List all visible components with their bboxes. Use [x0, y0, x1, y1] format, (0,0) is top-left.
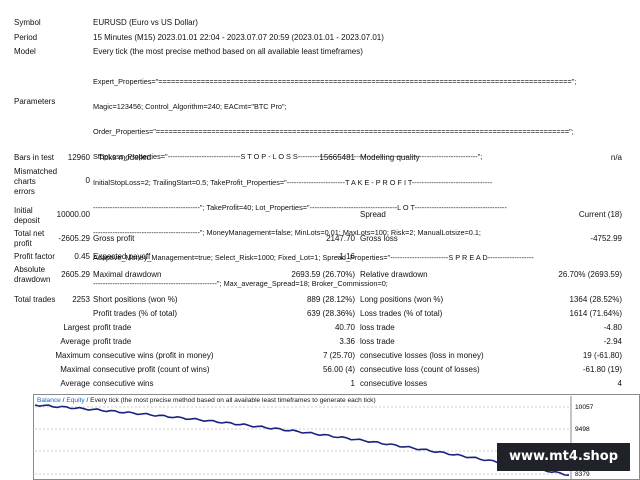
parameters-line: InitialStopLoss=2; TrailingStart=0.5; Ta… — [93, 177, 493, 187]
gross-loss-label: Gross loss — [360, 234, 398, 243]
maximal-cp-label: consecutive profit (count of wins) — [93, 365, 210, 374]
largest-lt-label: loss trade — [360, 323, 395, 332]
quality-label: Modelling quality — [360, 153, 420, 162]
trades-label: Total trades — [14, 295, 56, 304]
watermark-logo: www.mt4.shop — [497, 443, 630, 471]
maxdd-value: 2693.59 (26.70%) — [291, 270, 355, 279]
reldd-label: Relative drawdown — [360, 270, 428, 279]
spread-label: Spread — [360, 210, 386, 219]
maximal-cl-label: consecutive loss (count of losses) — [360, 365, 480, 374]
legend-description: Every tick (the most precise method base… — [90, 397, 376, 404]
legend-equity: Equity — [66, 397, 85, 404]
average-lt-label: loss trade — [360, 337, 395, 346]
max-cw-value: 7 (25.70) — [322, 351, 355, 360]
mismatched-label-1: Mismatched — [14, 167, 58, 176]
pf-value: 0.45 — [74, 252, 90, 261]
largest-pt-label: profit trade — [93, 323, 132, 332]
largest-pt-value: 40.70 — [334, 323, 355, 332]
net-value: -2605.29 — [58, 234, 90, 243]
symbol-value: EURUSD (Euro vs US Dollar) — [93, 18, 198, 27]
period-label: Period — [14, 33, 38, 42]
abs-value: 2605.29 — [61, 270, 90, 279]
max-cl-value: 19 (-61.80) — [582, 351, 622, 360]
largest-lt-value: -4.80 — [603, 323, 622, 332]
parameters-line: Expert_Properties="=====================… — [93, 76, 577, 86]
maximal-cp-value: 56.00 (4) — [322, 365, 355, 374]
net-label-2: profit — [14, 239, 32, 248]
mismatched-label-2: charts — [14, 177, 36, 186]
average-consecutive-label: Average — [60, 379, 90, 388]
initial-label-1: Initial — [14, 206, 33, 215]
reldd-value: 26.70% (2693.59) — [558, 270, 622, 279]
average-pt-label: profit trade — [93, 337, 132, 346]
spread-value: Current (18) — [578, 210, 622, 219]
gross-loss-value: -4752.99 — [590, 234, 622, 243]
legend-balance: Balance — [37, 397, 61, 404]
lt-value: 1614 (71.64%) — [569, 309, 622, 318]
mismatched-label-3: errors — [14, 187, 35, 196]
avg-cw-label: consecutive wins — [93, 379, 154, 388]
graph-legend: Balance / Equity / Every tick (the most … — [37, 397, 376, 404]
average-lt-value: -2.94 — [603, 337, 622, 346]
model-label: Model — [14, 47, 36, 56]
pt-label: Profit trades (% of total) — [93, 309, 178, 318]
bars-label: Bars in test — [14, 153, 55, 162]
max-cw-label: consecutive wins (profit in money) — [93, 351, 214, 360]
gross-profit-label: Gross profit — [93, 234, 135, 243]
ticks-value: 15665481 — [319, 153, 355, 162]
max-cl-label: consecutive losses (loss in money) — [360, 351, 484, 360]
ep-value: -1.16 — [336, 252, 355, 261]
y-axis-label: 10057 — [575, 404, 594, 411]
bars-value: 12960 — [67, 153, 90, 162]
parameters-line: ----------------------------------------… — [93, 202, 507, 212]
model-value: Every tick (the most precise method base… — [93, 47, 363, 56]
symbol-label: Symbol — [14, 18, 41, 27]
mismatched-value: 0 — [85, 176, 90, 185]
avg-cl-value: 4 — [617, 379, 622, 388]
y-axis-label: 9498 — [575, 426, 590, 433]
average-label: Average — [60, 337, 90, 346]
y-axis-label: 8379 — [575, 471, 590, 478]
net-label-1: Total net — [14, 229, 45, 238]
avg-cw-value: 1 — [350, 379, 355, 388]
short-value: 889 (28.12%) — [306, 295, 355, 304]
short-label: Short positions (won %) — [93, 295, 178, 304]
abs-label-1: Absolute — [14, 265, 46, 274]
gross-profit-value: 2147.70 — [326, 234, 355, 243]
maximal-cl-value: -61.80 (19) — [582, 365, 622, 374]
quality-value: n/a — [610, 153, 622, 162]
long-label: Long positions (won %) — [360, 295, 444, 304]
initial-label-2: deposit — [14, 216, 40, 225]
pt-value: 639 (28.36%) — [306, 309, 355, 318]
pf-label: Profit factor — [14, 252, 55, 261]
parameters-line: Order_Properties="======================… — [93, 127, 574, 137]
lt-label: Loss trades (% of total) — [360, 309, 443, 318]
maximum-label: Maximum — [55, 351, 90, 360]
parameters-line: ----------------------------------------… — [93, 278, 388, 288]
maxdd-label: Maximal drawdown — [93, 270, 162, 279]
parameters-line: Magic=123456; Control_Algorithm=240; EAC… — [93, 102, 287, 112]
long-value: 1364 (28.52%) — [569, 295, 622, 304]
trades-value: 2253 — [72, 295, 90, 304]
period-value: 15 Minutes (M15) 2023.01.01 22:04 - 2023… — [93, 33, 384, 42]
largest-label: Largest — [63, 323, 90, 332]
ep-label: Expected payoff — [93, 252, 151, 261]
parameters-label: Parameters — [14, 97, 56, 106]
ticks-label: Ticks modelled — [98, 153, 152, 162]
avg-cl-label: consecutive losses — [360, 379, 428, 388]
initial-value: 10000.00 — [56, 210, 90, 219]
maximal-label: Maximal — [60, 365, 90, 374]
average-pt-value: 3.36 — [339, 337, 355, 346]
